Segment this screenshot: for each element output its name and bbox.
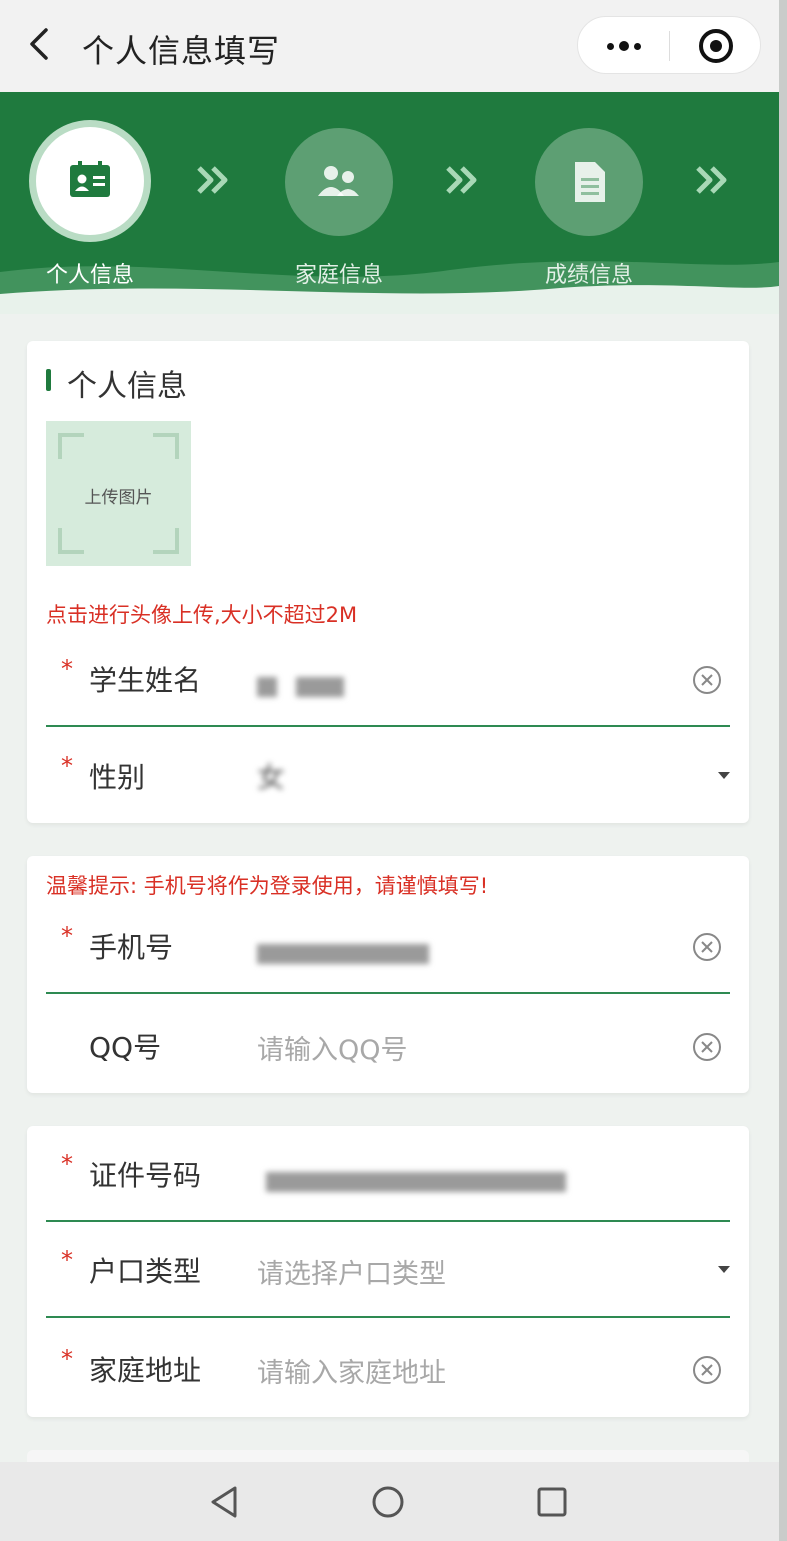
nav-recents-icon[interactable] <box>532 1482 572 1522</box>
double-chevron-right-icon <box>696 166 727 194</box>
field-label: QQ号 <box>89 1031 162 1064</box>
gender-select[interactable]: * 性别 女 <box>46 728 730 824</box>
page-title: 个人信息填写 <box>82 32 281 70</box>
title-bar: 个人信息填写 <box>0 0 779 92</box>
step-personal-info[interactable] <box>29 120 151 242</box>
frame-corner <box>58 433 84 459</box>
frame-corner <box>153 433 179 459</box>
double-chevron-right-icon <box>197 166 228 194</box>
dot-icon <box>618 41 629 51</box>
caret-down-icon <box>718 1266 730 1273</box>
contact-card: 温馨提示: 手机号将作为登录使用，请谨慎填写! * 手机号 QQ号 请输入QQ号 <box>27 856 749 1093</box>
required-mark: * <box>61 922 73 950</box>
family-icon <box>318 166 359 196</box>
field-label: 家庭地址 <box>89 1354 202 1387</box>
required-mark: * <box>61 1150 73 1178</box>
hukou-type-select[interactable]: * 户口类型 请选择户口类型 <box>46 1222 730 1318</box>
step-label-family: 家庭信息 <box>294 263 383 288</box>
dot-icon <box>606 42 614 50</box>
student-name-input[interactable] <box>257 669 344 702</box>
target-close-icon <box>699 29 733 63</box>
dot-icon <box>633 42 641 50</box>
step-label-grades: 成绩信息 <box>544 263 633 288</box>
double-chevron-right-icon <box>446 166 477 194</box>
upload-hint: 点击进行头像上传,大小不超过2M <box>46 603 358 627</box>
hukou-placeholder: 请选择户口类型 <box>257 1259 446 1290</box>
nav-home-icon[interactable] <box>368 1482 408 1522</box>
field-label: 手机号 <box>89 931 174 964</box>
field-label: 学生姓名 <box>89 664 202 697</box>
address-input[interactable]: 请输入家庭地址 <box>257 1351 446 1390</box>
required-mark: * <box>61 1345 73 1373</box>
field-label: 证件号码 <box>89 1159 202 1192</box>
qq-input[interactable]: 请输入QQ号 <box>257 1028 408 1067</box>
screen-edge <box>779 0 787 1541</box>
caret-down-icon <box>718 772 730 779</box>
phone-tip: 温馨提示: 手机号将作为登录使用，请谨慎填写! <box>46 874 489 898</box>
step-label-personal: 个人信息 <box>45 263 134 288</box>
nav-back-icon[interactable] <box>205 1482 245 1522</box>
frame-corner <box>58 528 84 554</box>
step-progress-header: 个人信息 家庭信息 成绩信息 <box>0 92 779 314</box>
step-grades-info[interactable] <box>535 128 643 236</box>
mini-program-capsule <box>577 16 761 74</box>
personal-info-card: 个人信息 上传图片 点击进行头像上传,大小不超过2M * 学生姓名 * 性别 女 <box>27 341 749 823</box>
system-navigation-bar <box>0 1462 779 1541</box>
clear-icon[interactable] <box>692 932 722 962</box>
id-card-icon <box>70 161 110 197</box>
id-number-input[interactable] <box>266 1164 566 1197</box>
frame-corner <box>153 528 179 554</box>
close-mini-program-button[interactable] <box>670 17 762 75</box>
step-family-info[interactable] <box>285 128 393 236</box>
required-mark: * <box>61 1246 73 1274</box>
field-label: 户口类型 <box>89 1255 202 1288</box>
required-mark: * <box>61 752 73 780</box>
section-indicator <box>46 369 51 391</box>
field-label: 性别 <box>89 761 146 794</box>
back-button[interactable] <box>22 22 62 66</box>
upload-label: 上传图片 <box>84 488 153 508</box>
home-address-field[interactable]: * 家庭地址 请输入家庭地址 <box>46 1321 730 1417</box>
student-name-field[interactable]: * 学生姓名 <box>46 631 730 727</box>
id-number-field[interactable]: * 证件号码 <box>46 1126 730 1222</box>
chevron-left-icon <box>30 28 48 60</box>
gender-value: 女 <box>257 761 286 794</box>
clear-icon[interactable] <box>692 1355 722 1385</box>
required-mark: * <box>61 655 73 683</box>
section-title: 个人信息 <box>67 369 187 404</box>
phone-input[interactable] <box>257 936 429 969</box>
identity-card: * 证件号码 * 户口类型 请选择户口类型 * 家庭地址 请输入家庭地址 <box>27 1126 749 1417</box>
avatar-upload-button[interactable]: 上传图片 <box>46 421 191 566</box>
more-button[interactable] <box>578 17 669 75</box>
clear-icon[interactable] <box>692 665 722 695</box>
clear-icon[interactable] <box>692 1032 722 1062</box>
qq-field[interactable]: QQ号 请输入QQ号 <box>46 998 730 1094</box>
phone-field[interactable]: * 手机号 <box>46 898 730 994</box>
document-icon <box>575 162 605 202</box>
